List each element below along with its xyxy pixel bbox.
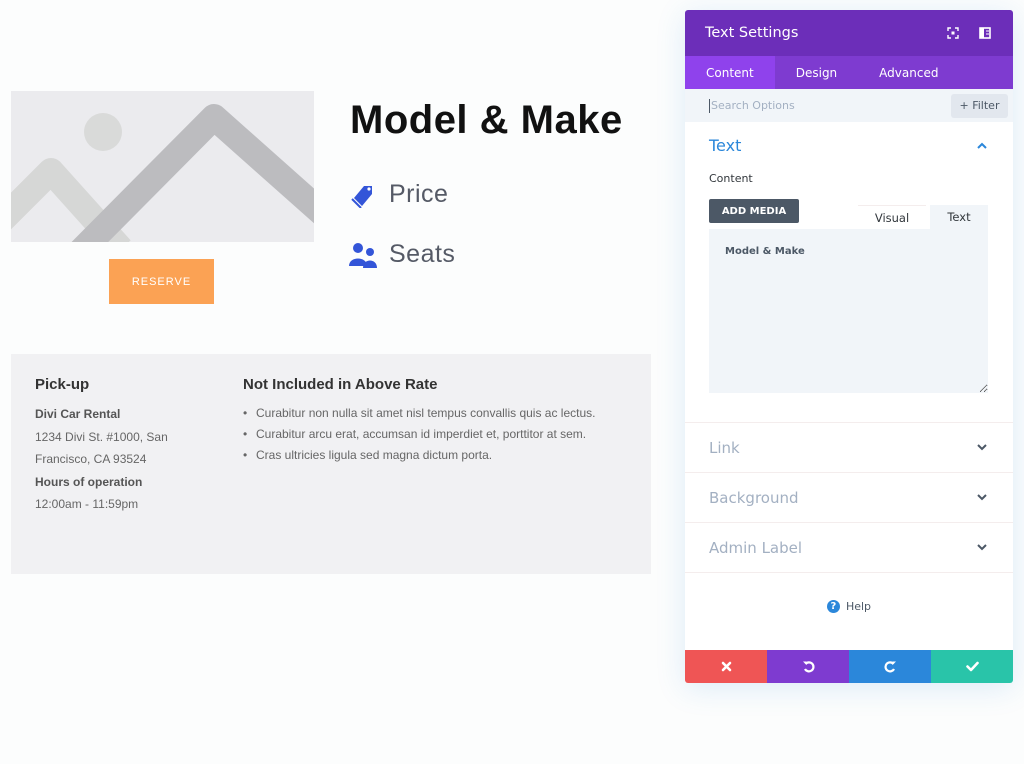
pickup-info: Pick-up Divi Car Rental 1234 Divi St. #1… xyxy=(35,376,225,516)
pickup-heading: Pick-up xyxy=(35,376,90,393)
section-title: Background xyxy=(709,488,799,507)
tab-advanced[interactable]: Advanced xyxy=(858,56,959,89)
info-box: Pick-up Divi Car Rental 1234 Divi St. #1… xyxy=(11,354,651,574)
text-settings-panel: Text Settings Content Design Advanced Se… xyxy=(685,10,1013,683)
not-included-list: Curabitur non nulla sit amet nisl tempus… xyxy=(243,403,643,466)
list-item: Curabitur arcu erat, accumsan id imperdi… xyxy=(243,424,643,445)
not-included-info: Not Included in Above Rate Curabitur non… xyxy=(243,376,643,466)
chevron-down-icon xyxy=(975,491,989,505)
help-icon: ? xyxy=(826,599,840,613)
add-media-button[interactable]: ADD MEDIA xyxy=(709,199,799,223)
content-textarea[interactable]: Model & Make xyxy=(709,229,988,393)
section-title: Text xyxy=(709,136,742,155)
section-admin-label[interactable]: Admin Label xyxy=(685,523,1013,573)
section-text: Text Content ADD MEDIA Visual Text Model… xyxy=(685,122,1013,423)
tab-design[interactable]: Design xyxy=(775,56,858,89)
editor-tab-text[interactable]: Text xyxy=(930,205,988,229)
hours-value: 12:00am - 11:59pm xyxy=(35,497,139,511)
redo-button[interactable] xyxy=(849,650,931,683)
checkmark-icon xyxy=(965,661,979,672)
landscape-placeholder-icon xyxy=(11,91,314,242)
help-label: Help xyxy=(845,599,872,613)
section-text-toggle[interactable]: Text xyxy=(709,136,989,155)
chevron-down-icon xyxy=(975,541,989,555)
section-link[interactable]: Link xyxy=(685,423,1013,473)
tab-content[interactable]: Content xyxy=(685,56,775,89)
list-item: Cras ultricies ligula sed magna dictum p… xyxy=(243,445,643,466)
help-link[interactable]: ? Help xyxy=(685,573,1013,639)
page-title: Model & Make xyxy=(350,98,623,142)
panel-header[interactable]: Text Settings xyxy=(685,10,1013,56)
redo-icon xyxy=(883,661,896,673)
chevron-up-icon xyxy=(975,139,989,153)
list-item: Curabitur non nulla sit amet nisl tempus… xyxy=(243,403,643,424)
address-line: Francisco, CA 93524 xyxy=(35,452,147,466)
filter-button[interactable]: + Filter xyxy=(951,93,1008,118)
feature-seats: Seats xyxy=(349,240,455,269)
company-name: Divi Car Rental xyxy=(35,407,121,421)
search-row: + Filter xyxy=(685,89,1013,122)
page: RESERVE Model & Make Price Seats Pick-up xyxy=(0,0,1024,764)
search-options-input[interactable] xyxy=(709,98,951,113)
section-title: Link xyxy=(709,438,740,457)
section-background[interactable]: Background xyxy=(685,473,1013,523)
feature-label: Seats xyxy=(389,240,456,268)
content-label: Content xyxy=(709,172,753,185)
not-included-heading: Not Included in Above Rate xyxy=(243,376,438,393)
save-button[interactable] xyxy=(931,650,1013,683)
fullscreen-icon[interactable] xyxy=(945,25,961,41)
tags-icon xyxy=(349,181,377,209)
dock-sidebar-icon[interactable] xyxy=(977,25,993,41)
hours-heading: Hours of operation xyxy=(35,474,143,489)
address-line: 1234 Divi St. #1000, San xyxy=(35,429,168,444)
users-icon xyxy=(349,241,377,269)
panel-tabs: Content Design Advanced xyxy=(685,56,1013,89)
cancel-button[interactable] xyxy=(685,650,767,683)
undo-button[interactable] xyxy=(767,650,849,683)
editor-toolbar: ADD MEDIA Visual Text xyxy=(709,199,989,229)
feature-label: Price xyxy=(389,180,449,208)
panel-footer xyxy=(685,650,1013,683)
feature-price: Price xyxy=(349,180,448,209)
close-icon xyxy=(721,661,731,672)
undo-icon xyxy=(802,661,815,673)
section-title: Admin Label xyxy=(709,538,803,557)
chevron-down-icon xyxy=(975,441,989,455)
reserve-button[interactable]: RESERVE xyxy=(109,259,214,304)
panel-title: Text Settings xyxy=(705,25,799,41)
editor-tab-visual[interactable]: Visual xyxy=(858,205,926,229)
image-placeholder xyxy=(11,91,314,242)
